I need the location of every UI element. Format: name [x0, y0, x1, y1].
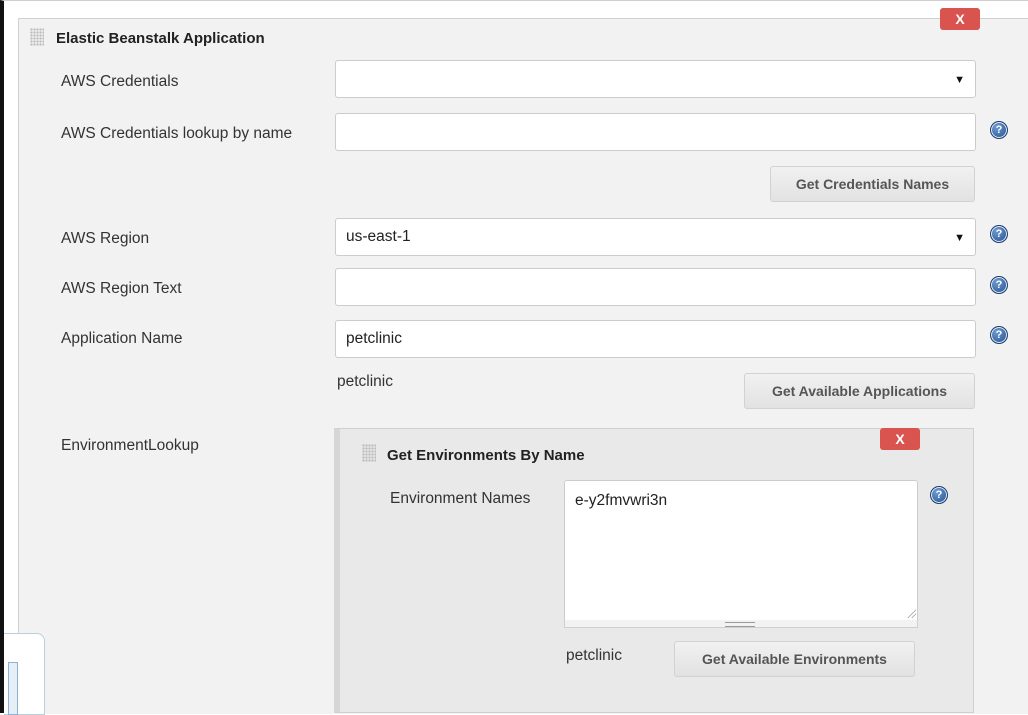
aws-credentials-label: AWS Credentials: [61, 73, 179, 90]
delete-section-button[interactable]: X: [940, 8, 980, 30]
aws-region-text-input[interactable]: [335, 268, 976, 306]
drag-handle-icon[interactable]: [362, 444, 376, 462]
help-icon[interactable]: ?: [990, 121, 1008, 139]
application-name-input[interactable]: [335, 320, 976, 358]
get-credentials-names-button[interactable]: Get Credentials Names: [770, 166, 975, 202]
section-title: Elastic Beanstalk Application: [56, 30, 265, 47]
application-status-text: petclinic: [337, 373, 393, 390]
environment-status-text: petclinic: [566, 647, 622, 664]
credentials-lookup-input[interactable]: [335, 113, 976, 151]
environment-names-label: Environment Names: [390, 490, 531, 507]
get-available-applications-button[interactable]: Get Available Applications: [744, 373, 975, 409]
environment-panel-title: Get Environments By Name: [387, 447, 585, 464]
aws-region-text-label: AWS Region Text: [61, 280, 182, 297]
environment-lookup-label: EnvironmentLookup: [61, 437, 199, 454]
textarea-expand-handle[interactable]: [564, 620, 918, 628]
aws-region-label: AWS Region: [61, 230, 150, 247]
delete-environment-lookup-button[interactable]: X: [880, 428, 920, 450]
resize-grip-icon[interactable]: [906, 608, 916, 618]
aws-region-value: us-east-1: [346, 228, 411, 245]
side-panel-tab-inner: [8, 662, 18, 715]
aws-credentials-select[interactable]: ▼: [335, 60, 976, 98]
chevron-down-icon: ▼: [954, 74, 965, 86]
drag-handle-icon[interactable]: [30, 28, 44, 46]
help-icon[interactable]: ?: [990, 225, 1008, 243]
credentials-lookup-label: AWS Credentials lookup by name: [61, 125, 293, 142]
help-icon[interactable]: ?: [990, 326, 1008, 344]
environment-names-textarea[interactable]: e-y2fmvwri3n: [564, 480, 918, 623]
chevron-down-icon: ▼: [954, 232, 965, 244]
aws-region-select[interactable]: us-east-1 ▼: [335, 218, 976, 256]
help-icon[interactable]: ?: [990, 276, 1008, 294]
help-icon[interactable]: ?: [930, 486, 948, 504]
application-name-label: Application Name: [61, 330, 183, 347]
get-available-environments-button[interactable]: Get Available Environments: [674, 641, 915, 677]
